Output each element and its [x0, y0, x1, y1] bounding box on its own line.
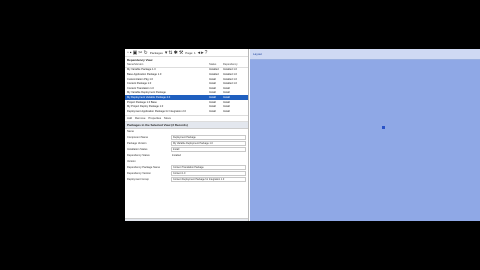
table-row[interactable]: Deployment Application Package for Integ… — [125, 109, 248, 114]
prev-icon[interactable]: ◂ — [198, 50, 201, 56]
list-subtoolbar: Add Remove Properties Move — [125, 114, 248, 122]
cell-dep: Installed 1.0 — [223, 82, 237, 86]
properties-list: Name Component Name Deployment Package Pack… — [125, 129, 248, 183]
header-name[interactable]: Name/Version — [127, 63, 209, 66]
property-value — [171, 159, 246, 164]
cell-state: Install — [209, 91, 216, 95]
property-row: Deployment Group Content Deployment Packa… — [125, 177, 248, 183]
property-label: Package Version — [127, 142, 147, 146]
property-value[interactable]: Content Translation Package — [171, 165, 246, 170]
property-label: Name — [127, 130, 134, 134]
cell-state: Install — [209, 86, 216, 90]
property-value: Installed — [172, 154, 181, 158]
main-toolbar: ▫ ▪ ▣ ✂ ↻ Packages ▾ ⇅ ✱ ⚒ Page: 1 ◂ ▸ ? — [125, 49, 248, 57]
wrench-icon[interactable]: ⚒ — [179, 50, 183, 56]
cell-state: Install — [209, 95, 216, 99]
application-window: ▫ ▪ ▣ ✂ ↻ Packages ▾ ⇅ ✱ ⚒ Page: 1 ◂ ▸ ?… — [125, 49, 480, 221]
cell-dep: Install — [223, 109, 230, 113]
canvas-panel[interactable]: Layout — [250, 49, 480, 221]
property-label: Installation Status — [127, 148, 148, 152]
property-value[interactable]: My Variable Deployment Package 1.0 — [171, 141, 246, 146]
open-icon[interactable]: ▪ — [130, 50, 132, 56]
cell-dep: Install — [223, 91, 230, 95]
new-icon[interactable]: ▫ — [127, 50, 129, 56]
cell-state: Install — [209, 77, 216, 81]
package-list: My Variable Package 1.0 Installed Installe… — [125, 68, 248, 114]
cell-state: Install — [209, 82, 216, 86]
cut-icon[interactable]: ✂ — [138, 50, 142, 56]
property-label: Dependency Status — [127, 154, 150, 158]
cell-dep: Installed 1.0 — [223, 77, 237, 81]
cell-name: Deployment Application Package for Integ… — [127, 109, 186, 113]
sort-icon[interactable]: ⇅ — [168, 50, 172, 56]
cursor-marker — [382, 126, 385, 129]
property-label: Dependency Package Name — [127, 166, 161, 170]
cell-name: My Deployment Variable Package 2.0 — [127, 95, 171, 99]
canvas-tab-label: Layout — [253, 52, 263, 56]
cell-name: My Variable Deployment Package — [127, 91, 166, 95]
tools-icon[interactable]: ✱ — [174, 50, 178, 56]
header-status[interactable]: Status — [209, 63, 223, 66]
filter-icon[interactable]: ▾ — [165, 50, 168, 56]
property-value[interactable]: Install — [171, 147, 246, 152]
property-label: Version — [127, 160, 136, 164]
property-value[interactable]: Content 1.0 — [171, 171, 246, 176]
property-value[interactable]: Deployment Package — [171, 135, 246, 140]
cell-name: My Variable Package 1.0 — [127, 68, 156, 72]
cell-name: Customization Pkg 1.0 — [127, 77, 153, 81]
property-value[interactable]: Content Deployment Package for Integrati… — [171, 177, 246, 182]
property-value — [171, 129, 246, 134]
property-label: Dependency Version — [127, 172, 151, 176]
cell-name: Content Translation 1.0 — [127, 86, 154, 90]
save-icon[interactable]: ▣ — [133, 50, 138, 56]
properties-button[interactable]: Properties — [148, 116, 161, 120]
refresh-icon[interactable]: ↻ — [144, 50, 148, 56]
toolbar-label-packages: Packages — [149, 50, 163, 55]
property-label: Component Name — [127, 136, 149, 140]
cell-dep: Install — [223, 86, 230, 90]
cell-dep: Install — [223, 100, 230, 104]
cell-dep: Install — [223, 95, 230, 99]
canvas-tab[interactable]: Layout — [250, 49, 480, 60]
cell-dep: Installed 1.0 — [223, 68, 237, 72]
add-button[interactable]: Add — [127, 116, 132, 120]
next-icon[interactable]: ▸ — [201, 50, 204, 56]
cell-state: Installed — [209, 68, 219, 72]
header-dependency[interactable]: Dependency — [223, 63, 246, 66]
cell-state: Install — [209, 100, 216, 104]
properties-title: Packages in the Selected View (3 Records… — [125, 121, 248, 129]
left-panel: ▫ ▪ ▣ ✂ ↻ Packages ▾ ⇅ ✱ ⚒ Page: 1 ◂ ▸ ?… — [125, 49, 249, 221]
status-bar — [125, 218, 248, 221]
cell-state: Install — [209, 109, 216, 113]
remove-button[interactable]: Remove — [135, 116, 145, 120]
help-icon[interactable]: ? — [205, 50, 208, 56]
cell-name: Base Application Package 1.0 — [127, 72, 162, 76]
cell-state: Install — [209, 105, 216, 109]
move-button[interactable]: Move — [164, 116, 171, 120]
cell-name: Content Package 1.0 — [127, 82, 152, 86]
cell-dep: Installed 1.0 — [223, 72, 237, 76]
cell-name: Project Package 1.0 Base — [127, 100, 157, 104]
cell-dep: Install — [223, 105, 230, 109]
cell-state: Installed — [209, 72, 219, 76]
toolbar-page-label: Page: 1 — [185, 50, 196, 55]
cell-name: My Project Deploy Package 1.0 — [127, 105, 164, 109]
property-label: Deployment Group — [127, 178, 149, 182]
